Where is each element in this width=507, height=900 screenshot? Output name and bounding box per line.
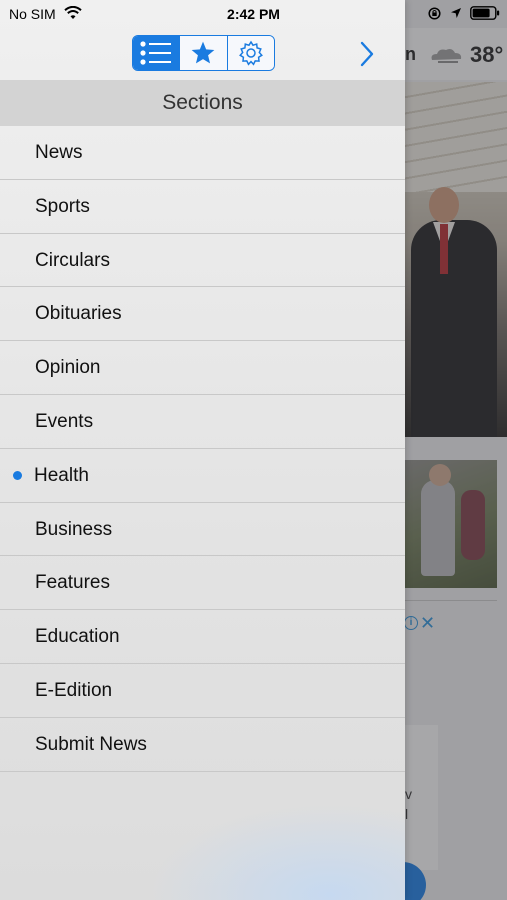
sections-header: Sections xyxy=(0,80,405,126)
section-item-health[interactable]: Health xyxy=(0,449,405,503)
section-item-e-edition[interactable]: E-Edition xyxy=(0,664,405,718)
section-item-education[interactable]: Education xyxy=(0,610,405,664)
section-item-label: Health xyxy=(34,464,89,486)
section-item-business[interactable]: Business xyxy=(0,503,405,557)
section-item-label: Events xyxy=(35,410,94,432)
section-item-sports[interactable]: Sports xyxy=(0,180,405,234)
tab-sections[interactable] xyxy=(133,36,181,70)
section-list: News Sports Circulars Obituaries Opinion… xyxy=(0,126,405,772)
section-item-label: News xyxy=(35,142,83,163)
section-item-opinion[interactable]: Opinion xyxy=(0,341,405,395)
section-item-events[interactable]: Events xyxy=(0,395,405,449)
location-arrow-icon xyxy=(451,8,461,18)
section-item-label: Obituaries xyxy=(35,303,122,325)
section-item-news[interactable]: News xyxy=(0,126,405,180)
status-bar: No SIM 2:42 PM xyxy=(0,0,507,28)
star-icon xyxy=(192,41,215,64)
battery-icon xyxy=(470,6,500,20)
section-item-label: Circulars xyxy=(35,249,110,271)
dim-overlay[interactable] xyxy=(405,0,507,900)
section-item-submit-news[interactable]: Submit News xyxy=(0,718,405,772)
section-item-label: Business xyxy=(35,518,113,540)
section-item-label: Features xyxy=(35,572,110,594)
chevron-right-icon xyxy=(360,41,374,67)
drawer-toolbar xyxy=(0,28,405,80)
section-item-label: Opinion xyxy=(35,357,101,379)
selected-indicator xyxy=(13,470,22,480)
section-item-circulars[interactable]: Circulars xyxy=(0,234,405,288)
gear-icon xyxy=(238,40,263,66)
section-item-label: E-Edition xyxy=(35,679,113,701)
section-item-label: Submit News xyxy=(35,733,147,755)
list-icon xyxy=(140,41,172,65)
section-item-label: Sports xyxy=(35,195,90,217)
tab-favorites[interactable] xyxy=(180,36,228,70)
orientation-lock-icon xyxy=(428,7,441,20)
drawer-segmented-control xyxy=(132,35,275,71)
close-drawer-button[interactable] xyxy=(356,40,378,68)
section-item-obituaries[interactable]: Obituaries xyxy=(0,287,405,342)
tab-settings[interactable] xyxy=(227,36,274,70)
sections-drawer: Sections News Sports Circulars Obituarie… xyxy=(0,0,405,900)
section-item-features[interactable]: Features xyxy=(0,556,405,611)
section-item-label: Education xyxy=(35,626,120,648)
